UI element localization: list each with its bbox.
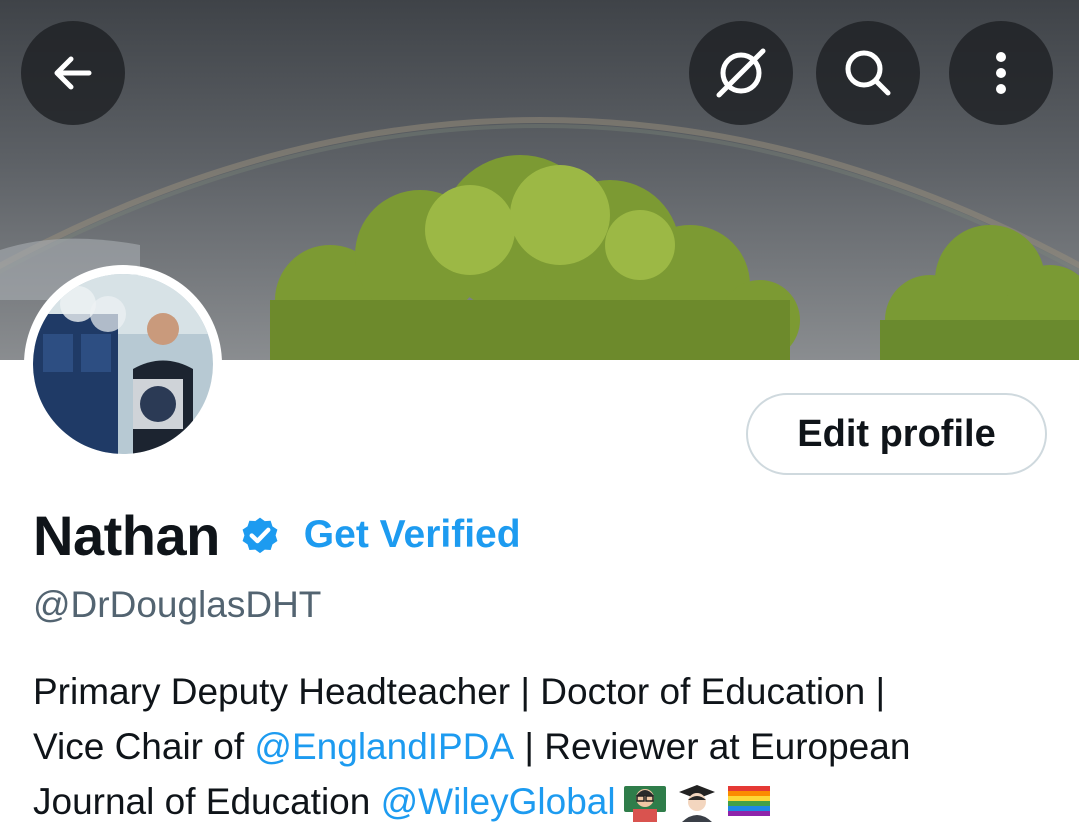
- more-button[interactable]: [949, 21, 1053, 125]
- back-button[interactable]: [21, 21, 125, 125]
- bio-text: Journal of Education: [33, 781, 381, 822]
- search-button[interactable]: [816, 21, 920, 125]
- grok-icon: [716, 48, 766, 98]
- grok-button[interactable]: [689, 21, 793, 125]
- bio-line: Journal of Education @WileyGlobal: [33, 774, 1053, 829]
- user-handle: @DrDouglasDHT: [33, 584, 322, 625]
- arrow-left-icon: [54, 56, 92, 90]
- more-vertical-icon: [996, 52, 1006, 94]
- bio-text: Primary Deputy Headteacher | Doctor of E…: [33, 671, 886, 712]
- mention-link-englandipda[interactable]: @EnglandIPDA: [254, 719, 514, 774]
- name-row: Nathan Get Verified: [33, 500, 521, 570]
- graduate-emoji: [674, 782, 720, 822]
- bio-line: Vice Chair of @EnglandIPDA | Reviewer at…: [33, 719, 1053, 774]
- bio: Primary Deputy Headteacher | Doctor of E…: [33, 664, 1053, 829]
- get-verified-link[interactable]: Get Verified: [304, 513, 521, 557]
- bio-text: Vice Chair of: [33, 726, 255, 767]
- teacher-emoji: [622, 782, 668, 822]
- bio-line: Primary Deputy Headteacher | Doctor of E…: [33, 664, 1053, 719]
- avatar[interactable]: [24, 265, 222, 463]
- display-name: Nathan: [33, 503, 220, 567]
- edit-profile-button[interactable]: Edit profile: [746, 393, 1047, 475]
- rainbow-flag-emoji: [726, 782, 772, 822]
- avatar-image: [33, 274, 213, 454]
- verified-badge-icon[interactable]: [238, 513, 282, 557]
- mention-link-wileyglobal[interactable]: @WileyGlobal: [381, 774, 616, 829]
- search-icon: [845, 50, 891, 96]
- bio-text: | Reviewer at European: [514, 726, 911, 767]
